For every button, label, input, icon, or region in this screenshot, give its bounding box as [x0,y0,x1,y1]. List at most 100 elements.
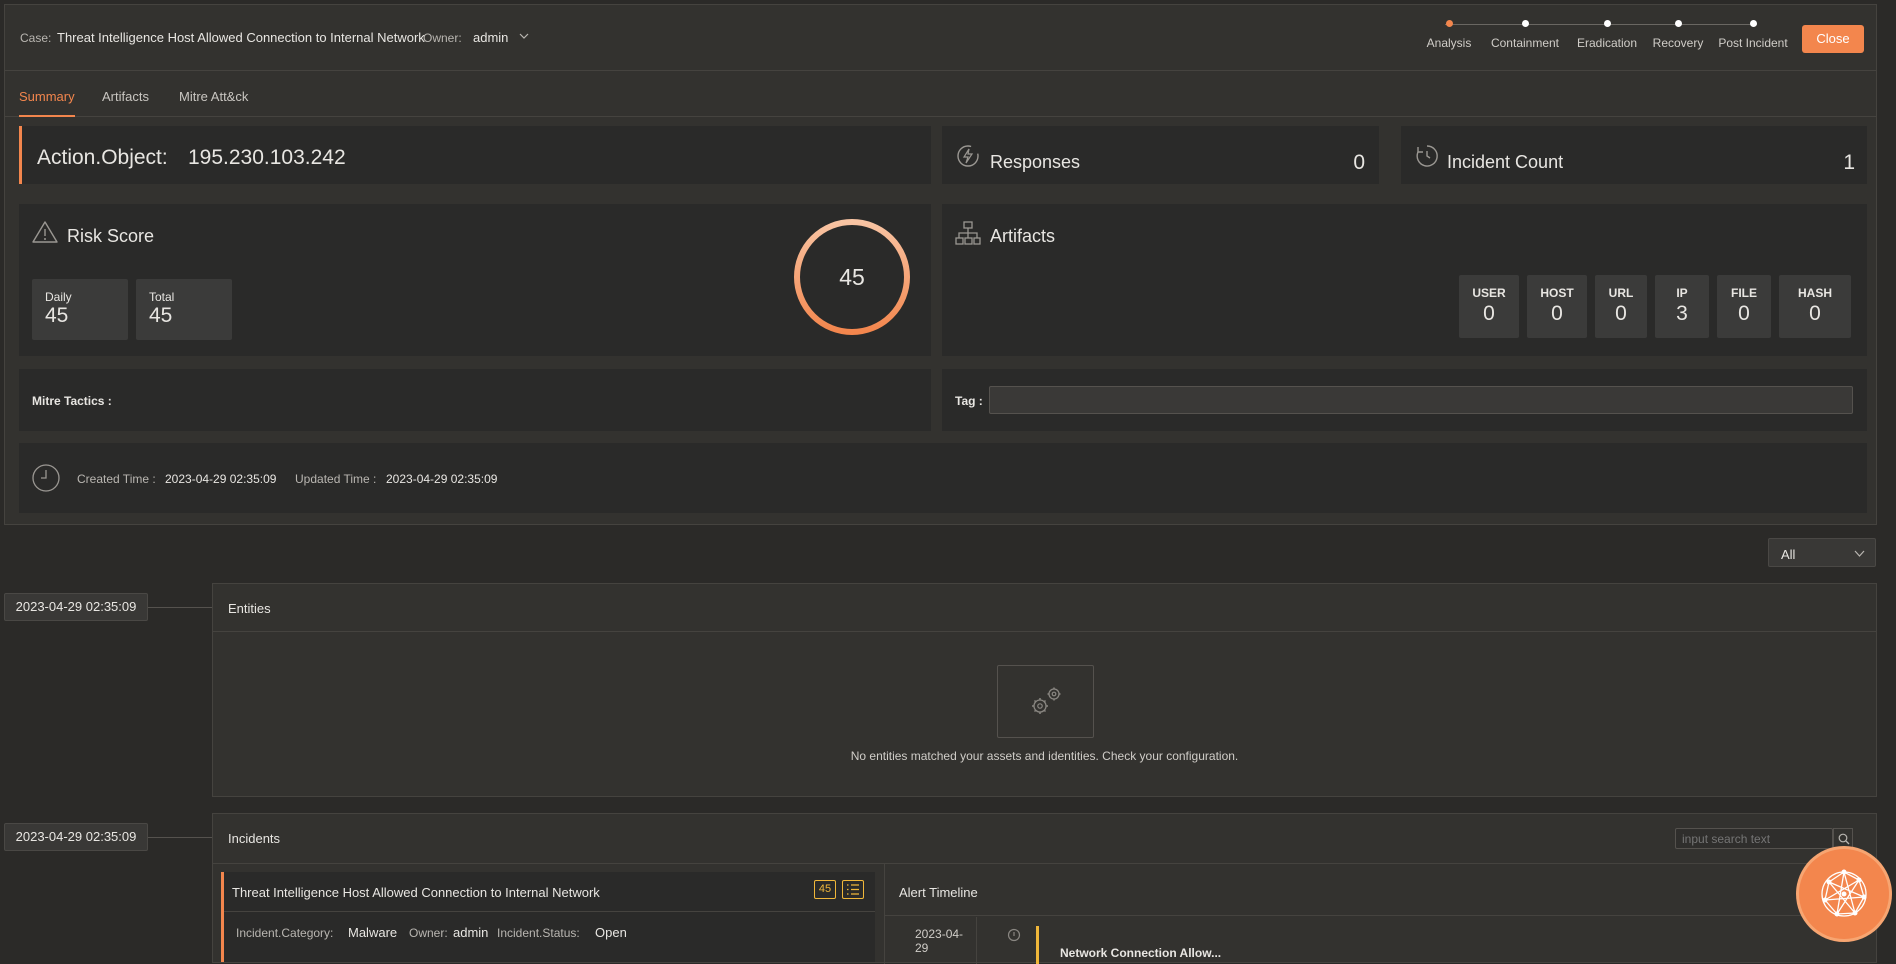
assistant-fab-button[interactable] [1799,849,1889,939]
artifacts-title: Artifacts [990,226,1056,246]
artifact-file-chip[interactable]: FILE 0 [1717,275,1771,338]
incident-category-value: Malware [348,925,398,940]
incident-item[interactable]: Threat Intelligence Host Allowed Connect… [221,872,875,962]
artifact-value: 0 [1809,302,1821,325]
tag-input[interactable] [989,386,1853,414]
list-icon [847,884,859,895]
tab-mitre-attack[interactable]: Mitre Att&ck [179,89,248,104]
owner-label: Owner: [423,31,462,45]
stage-post-incident[interactable]: Post Incident [1708,20,1798,60]
timeline-connector [148,607,212,608]
incidents-title: Incidents [228,831,281,846]
stage-recovery[interactable]: Recovery [1643,20,1713,60]
artifact-url-chip[interactable]: URL 0 [1595,275,1647,338]
tab-bar: Summary Artifacts Mitre Att&ck [5,75,1876,117]
artifact-value: 3 [1676,302,1688,325]
artifact-label: FILE [1731,286,1757,300]
search-icon [1838,833,1850,845]
alert-timeline-header: Alert Timeline [885,864,1878,916]
incident-score-badge: 45 [814,880,836,899]
responses-value: 0 [1353,151,1365,174]
risk-gauge-value: 45 [839,264,865,290]
responses-icon [957,145,979,167]
case-header: Case: Threat Intelligence Host Allowed C… [5,5,1876,71]
stage-dot [1749,20,1757,27]
artifact-value: 0 [1738,302,1750,325]
incident-owner-value: admin [453,925,489,940]
artifact-value: 0 [1483,302,1495,325]
mitre-tactics-card: Mitre Tactics : [19,369,931,431]
timeline-filter-select[interactable]: All [1768,538,1876,567]
tag-card: Tag : [942,369,1867,431]
chevron-down-icon [519,33,529,39]
artifacts-card: Artifacts USER 0 HOST 0 URL 0 IP 3 FILE 0 HAS… [942,204,1867,356]
incident-owner-label: Owner: [409,926,448,940]
artifact-label: HASH [1797,286,1832,300]
daily-score-chip: Daily 45 [32,279,128,340]
total-value: 45 [149,304,173,327]
tab-summary[interactable]: Summary [19,89,75,117]
incident-category-label: Incident.Category: [236,926,334,940]
history-icon [1416,145,1438,167]
stage-label: Analysis [1426,36,1472,50]
entities-header: Entities [213,584,1876,632]
owner-dropdown[interactable]: admin [473,29,529,49]
incident-details-button[interactable] [842,880,864,899]
stage-label: Recovery [1652,36,1704,50]
responses-card: Responses 0 [942,126,1379,184]
gears-icon [1032,687,1061,714]
case-title: Threat Intelligence Host Allowed Connect… [57,30,425,45]
total-label: Total [149,290,175,304]
incident-search-input[interactable] [1675,828,1833,849]
artifact-hash-chip[interactable]: HASH 0 [1779,275,1851,338]
case-panel: Case: Threat Intelligence Host Allowed C… [4,4,1877,525]
risk-score-card: Risk Score Daily 45 Total 45 45 [19,204,931,356]
artifact-value: 0 [1615,302,1627,325]
timeline-connector [148,837,212,838]
times-card: Created Time : 2023-04-29 02:35:09 Updat… [19,443,1867,513]
close-button[interactable]: Close [1802,25,1864,53]
timeline-date: 2023-04-29 [915,927,964,955]
empty-state-box [997,665,1094,738]
artifact-ip-chip[interactable]: IP 3 [1655,275,1709,338]
stage-label: Post Incident [1718,36,1788,50]
updated-time-value: 2023-04-29 02:35:09 [386,472,498,486]
action-object-label: Action.Object: [37,146,168,169]
stage-dot [1521,20,1529,27]
incident-item-title: Threat Intelligence Host Allowed Connect… [232,885,600,900]
entities-section: Entities No entities matched your assets… [212,583,1877,797]
entities-title: Entities [228,601,271,616]
timeline-event-title[interactable]: Network Connection Allow... [1060,946,1221,960]
incidents-section: Incidents Threat Intelligence Host Allow… [212,813,1878,964]
incident-status-value: Open [595,925,627,940]
timeline-node-icon [1007,928,1021,942]
artifact-host-chip[interactable]: HOST 0 [1527,275,1587,338]
total-score-chip: Total 45 [136,279,232,340]
updated-time-label: Updated Time : [295,472,377,486]
case-label: Case: [20,31,52,45]
mitre-tactics-label: Mitre Tactics : [32,394,112,408]
artifact-label: USER [1472,286,1506,300]
search-button[interactable] [1833,828,1853,849]
action-object-value: 195.230.103.242 [188,146,346,169]
stage-containment[interactable]: Containment [1480,20,1570,60]
artifact-label: URL [1608,286,1634,300]
filter-selected: All [1781,547,1796,562]
artifact-user-chip[interactable]: USER 0 [1459,275,1519,338]
stage-label: Containment [1490,36,1560,50]
incident-status-label: Incident.Status: [497,926,580,940]
timeline-event-marker [1036,926,1039,964]
incidents-header: Incidents [213,814,1876,864]
artifact-label: HOST [1540,286,1574,300]
incident-count-label: Incident Count [1447,152,1564,172]
stage-analysis[interactable]: Analysis [1419,20,1479,60]
stage-eradication[interactable]: Eradication [1567,20,1647,60]
artifact-value: 0 [1551,302,1563,325]
artifact-label: IP [1676,286,1688,300]
action-object-card: Action.Object: 195.230.103.242 [19,126,931,184]
network-icon [1821,869,1867,917]
tab-artifacts[interactable]: Artifacts [102,89,149,104]
stage-dot-active [1445,20,1453,27]
responses-label: Responses [990,152,1081,172]
stage-dot [1674,20,1682,27]
